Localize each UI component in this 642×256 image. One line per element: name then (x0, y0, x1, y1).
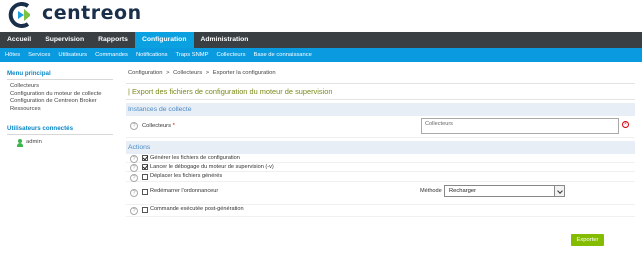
main-menu-title: Menu principal (7, 70, 113, 80)
debug-label: Lancer le débogage du moteur de supervis… (150, 164, 274, 170)
section-actions: Actions (126, 141, 635, 154)
action-row: ? Générer les fichiers de configuration (126, 154, 635, 163)
breadcrumb-collecteurs[interactable]: Collecteurs (173, 70, 202, 76)
sub-navigation: Hôtes Services Utilisateurs Commandes No… (0, 48, 642, 62)
topnav-rapports[interactable]: Rapports (91, 32, 135, 48)
sidebar: Menu principal Collecteurs Configuration… (7, 70, 113, 147)
help-icon[interactable]: ? (130, 174, 138, 182)
chevron-down-icon (554, 186, 564, 196)
user-name: admin (26, 139, 42, 146)
required-marker: * (172, 123, 175, 129)
sidebar-item-collecteurs[interactable]: Collecteurs (7, 83, 113, 91)
subnav-collecteurs[interactable]: Collecteurs (212, 48, 249, 62)
generate-files-label: Générer les fichiers de configuration (150, 155, 240, 161)
action-row: ? Déplacer les fichiers générés (126, 172, 635, 182)
subnav-traps-snmp[interactable]: Traps SNMP (172, 48, 213, 62)
subnav-services[interactable]: Services (24, 48, 54, 62)
top-navigation: Accueil Supervision Rapports Configurati… (0, 32, 642, 48)
help-icon[interactable]: ? (130, 207, 138, 215)
breadcrumb-configuration[interactable]: Configuration (128, 70, 162, 76)
debug-checkbox[interactable] (142, 164, 148, 170)
subnav-notifications[interactable]: Notifications (132, 48, 172, 62)
move-files-checkbox[interactable] (142, 174, 148, 180)
topnav-accueil[interactable]: Accueil (0, 32, 38, 48)
sidebar-item-broker-config[interactable]: Configuration de Centreon Broker (7, 98, 113, 106)
sidebar-item-engine-config[interactable]: Configuration du moteur de collecte (7, 91, 113, 99)
collecteurs-label: Collecteurs * (142, 123, 175, 129)
breadcrumb-separator: > (205, 70, 210, 76)
post-command-checkbox[interactable] (142, 207, 148, 213)
action-row: ? Lancer le débogage du moteur de superv… (126, 163, 635, 172)
breadcrumb-export[interactable]: Exporter la configuration (213, 70, 276, 76)
subnav-base-connaissance[interactable]: Base de connaissance (249, 48, 315, 62)
clear-icon[interactable]: × (622, 121, 629, 128)
generate-files-checkbox[interactable] (142, 155, 148, 161)
header: centreon (0, 0, 642, 32)
subnav-utilisateurs[interactable]: Utilisateurs (54, 48, 91, 62)
method-label: Méthode (420, 188, 442, 194)
connected-user[interactable]: admin (7, 139, 113, 147)
centreon-logo-icon (8, 2, 30, 28)
section-instances: Instances de collecte (126, 103, 635, 116)
help-icon[interactable]: ? (130, 122, 138, 130)
help-icon[interactable]: ? (130, 164, 138, 172)
collecteurs-row: ? Collecteurs * Collecteurs × (126, 116, 635, 138)
page-title: | Export des fichiers de configuration d… (126, 83, 635, 100)
help-icon[interactable]: ? (130, 189, 138, 197)
main-content: Configuration > Collecteurs > Exporter l… (126, 70, 635, 217)
restart-scheduler-label: Redémarrer l'ordonnanceur (150, 188, 219, 194)
topnav-administration[interactable]: Administration (194, 32, 256, 48)
subnav-commandes[interactable]: Commandes (91, 48, 132, 62)
user-icon (17, 139, 23, 147)
method-select[interactable]: Recharger (444, 185, 565, 197)
move-files-label: Déplacer les fichiers générés (150, 173, 223, 179)
breadcrumb: Configuration > Collecteurs > Exporter l… (126, 70, 635, 76)
restart-scheduler-checkbox[interactable] (142, 189, 148, 195)
collecteurs-select[interactable]: Collecteurs (421, 118, 619, 134)
centreon-logo[interactable]: centreon (8, 2, 142, 28)
action-row: ? Commande exécutée post-génération (126, 205, 635, 217)
export-button[interactable]: Exporter (571, 234, 604, 246)
brand-name: centreon (42, 2, 142, 24)
topnav-supervision[interactable]: Supervision (38, 32, 91, 48)
post-command-label: Commande exécutée post-génération (150, 206, 244, 212)
breadcrumb-separator: > (166, 70, 170, 76)
subnav-hotes[interactable]: Hôtes (1, 48, 24, 62)
sidebar-item-ressources[interactable]: Ressources (7, 106, 113, 114)
action-row: ? Redémarrer l'ordonnanceur Méthode Rech… (126, 182, 635, 205)
collecteurs-label-text: Collecteurs (142, 123, 171, 129)
topnav-configuration[interactable]: Configuration (134, 32, 194, 48)
help-icon[interactable]: ? (130, 155, 138, 163)
connected-users-title: Utilisateurs connectés (7, 125, 113, 135)
method-value: Recharger (449, 188, 477, 194)
